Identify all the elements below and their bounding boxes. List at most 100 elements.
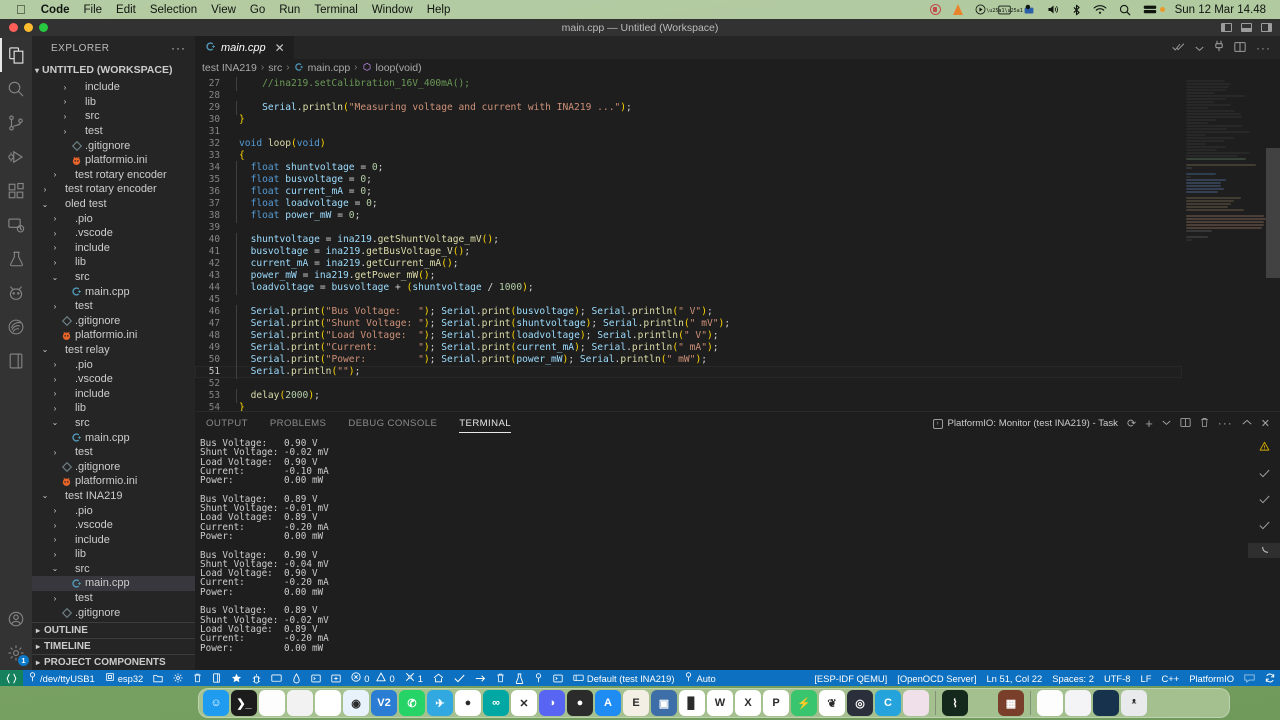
- code-line[interactable]: 50 Serial.print("Power: "); Serial.print…: [195, 354, 1182, 366]
- status-debug[interactable]: [247, 670, 266, 686]
- tree-item[interactable]: ›.vscode: [32, 372, 195, 387]
- tree-item[interactable]: ›test: [32, 124, 195, 139]
- tree-item[interactable]: ›lib: [32, 401, 195, 416]
- status-folder-open[interactable]: [148, 670, 168, 686]
- status-esp-idf-qemu[interactable]: [ESP-IDF QEMU]: [809, 670, 892, 686]
- sidebar-section-outline[interactable]: ▸ OUTLINE: [32, 622, 195, 638]
- screen-icon[interactable]: \u25a1\u25a1: [992, 5, 1017, 15]
- code-line[interactable]: 32void loop(void): [195, 138, 1182, 150]
- menu-item-file[interactable]: File: [77, 4, 110, 16]
- chevron-down-icon[interactable]: [1162, 418, 1171, 429]
- dock-item-notes[interactable]: [259, 690, 285, 716]
- status-language-mode[interactable]: C++: [1156, 670, 1184, 686]
- tree-item[interactable]: ›.pio: [32, 357, 195, 372]
- code-line[interactable]: 49 Serial.print("Current: "); Serial.pri…: [195, 342, 1182, 354]
- code-line[interactable]: 51 Serial.println("");: [195, 366, 1182, 378]
- chevron-right-icon[interactable]: ›: [50, 550, 60, 559]
- code-editor[interactable]: 27 //ina219.setCalibration_16V_400mA(); 2…: [195, 76, 1182, 411]
- tree-item[interactable]: .gitignore: [32, 314, 195, 329]
- volume-icon[interactable]: [1041, 4, 1066, 15]
- dock-item-finder[interactable]: ☺: [203, 690, 229, 716]
- backup-icon[interactable]: [1017, 4, 1041, 15]
- maximize-panel-icon[interactable]: [1242, 418, 1252, 429]
- status-monitor[interactable]: [266, 670, 287, 686]
- chevron-right-icon[interactable]: ›: [50, 243, 60, 252]
- activity-item-platformio[interactable]: [0, 276, 32, 310]
- dock-item-telegram[interactable]: ✈: [427, 690, 453, 716]
- code-line[interactable]: 29 Serial.println("Measuring voltage and…: [195, 102, 1182, 114]
- check-icon[interactable]: [1259, 491, 1270, 509]
- check-icon[interactable]: [1259, 465, 1270, 483]
- menu-item-window[interactable]: Window: [365, 4, 420, 16]
- status-upload[interactable]: [287, 670, 306, 686]
- dock-item-v2rayu[interactable]: V2: [371, 690, 397, 716]
- chevron-down-icon[interactable]: [1195, 39, 1204, 57]
- status-board[interactable]: esp32: [100, 670, 149, 686]
- chevron-right-icon[interactable]: ›: [50, 521, 60, 530]
- dock-item-word[interactable]: W: [707, 690, 733, 716]
- dock-item-terminal[interactable]: ❯_: [231, 690, 257, 716]
- warning-icon[interactable]: [1259, 439, 1270, 457]
- kill-terminal-icon[interactable]: [1200, 417, 1209, 431]
- check-icon[interactable]: [1259, 517, 1270, 535]
- editor-scrollbar[interactable]: [1266, 76, 1280, 411]
- file-tree[interactable]: ›include›lib›src›test.gitignoreplatformi…: [32, 80, 195, 622]
- tree-item[interactable]: ›.vscode: [32, 518, 195, 533]
- code-line[interactable]: 41 busvoltage = ina219.getBusVoltage_V()…: [195, 246, 1182, 258]
- activity-item-testing[interactable]: [0, 242, 32, 276]
- status-pio-terminal[interactable]: [548, 670, 568, 686]
- chevron-right-icon[interactable]: ›: [60, 83, 70, 92]
- terminal-selector[interactable]: › PlatformIO: Monitor (test INA219) - Ta…: [933, 418, 1118, 429]
- new-terminal-icon[interactable]: +: [1145, 416, 1153, 431]
- tree-item[interactable]: ⌄src: [32, 270, 195, 285]
- dock-item-trash[interactable]: ᵜ: [1121, 690, 1147, 716]
- chevron-down-icon[interactable]: ⌄: [50, 564, 60, 573]
- apple-menu-icon[interactable]: : [16, 3, 26, 16]
- status-terminal[interactable]: [306, 670, 326, 686]
- layout-sidebar-left-icon[interactable]: [1221, 23, 1232, 32]
- tree-item[interactable]: ›test rotary encoder: [32, 168, 195, 183]
- wifi-icon[interactable]: [1087, 4, 1113, 15]
- dock-item-reminders[interactable]: [315, 690, 341, 716]
- code-line[interactable]: 33{: [195, 150, 1182, 162]
- tree-item[interactable]: .gitignore: [32, 459, 195, 474]
- status-clean[interactable]: [188, 670, 207, 686]
- chevron-down-icon[interactable]: ⌄: [50, 418, 60, 427]
- dock-item-excel[interactable]: X: [735, 690, 761, 716]
- code-line[interactable]: 54}: [195, 402, 1182, 411]
- code-line[interactable]: 52: [195, 378, 1182, 390]
- tree-item[interactable]: ›include: [32, 241, 195, 256]
- dock-item-screenshot[interactable]: [1093, 690, 1119, 716]
- dock-item-chrome[interactable]: ●: [455, 690, 481, 716]
- status-feedback[interactable]: [1239, 670, 1260, 686]
- menu-item-help[interactable]: Help: [420, 4, 458, 16]
- tree-item[interactable]: .gitignore: [32, 605, 195, 620]
- activity-item-remote-explorer[interactable]: [0, 208, 32, 242]
- status-eol[interactable]: LF: [1136, 670, 1157, 686]
- dock-item-powerpoint[interactable]: P: [763, 690, 789, 716]
- code-line[interactable]: 44 loadvoltage = busvoltage + (shuntvolt…: [195, 282, 1182, 294]
- dock-item-appstore[interactable]: A: [595, 690, 621, 716]
- code-line[interactable]: 34 float shuntvoltage = 0;: [195, 162, 1182, 174]
- chevron-right-icon[interactable]: ›: [50, 594, 60, 603]
- code-line[interactable]: 27 //ina219.setCalibration_16V_400mA();: [195, 78, 1182, 90]
- activity-item-accounts[interactable]: [0, 602, 32, 636]
- status-library[interactable]: [207, 670, 226, 686]
- status-pio-home[interactable]: [428, 670, 449, 686]
- code-line[interactable]: 36 float current_mA = 0;: [195, 186, 1182, 198]
- dock-item-launchpad[interactable]: [287, 690, 313, 716]
- menu-item-selection[interactable]: Selection: [143, 4, 204, 16]
- tree-item[interactable]: main.cpp: [32, 430, 195, 445]
- menu-item-view[interactable]: View: [204, 4, 243, 16]
- editor-tab-main-cpp[interactable]: main.cpp ✕: [195, 36, 295, 59]
- activity-item-espressif[interactable]: [0, 310, 32, 344]
- menubar-clock[interactable]: Sun 12 Mar 14.48: [1171, 4, 1274, 16]
- spotlight-search-icon[interactable]: [1113, 4, 1137, 16]
- plug-icon[interactable]: [1214, 39, 1224, 57]
- code-line[interactable]: 47 Serial.print("Shunt Voltage: "); Seri…: [195, 318, 1182, 330]
- menu-item-go[interactable]: Go: [243, 4, 272, 16]
- dock-item-anime-app[interactable]: [903, 690, 929, 716]
- breadcrumb-item-symbol[interactable]: loop(void): [362, 62, 422, 74]
- chevron-down-icon[interactable]: ⌄: [50, 273, 60, 282]
- breadcrumb-item-file[interactable]: main.cpp: [294, 62, 351, 74]
